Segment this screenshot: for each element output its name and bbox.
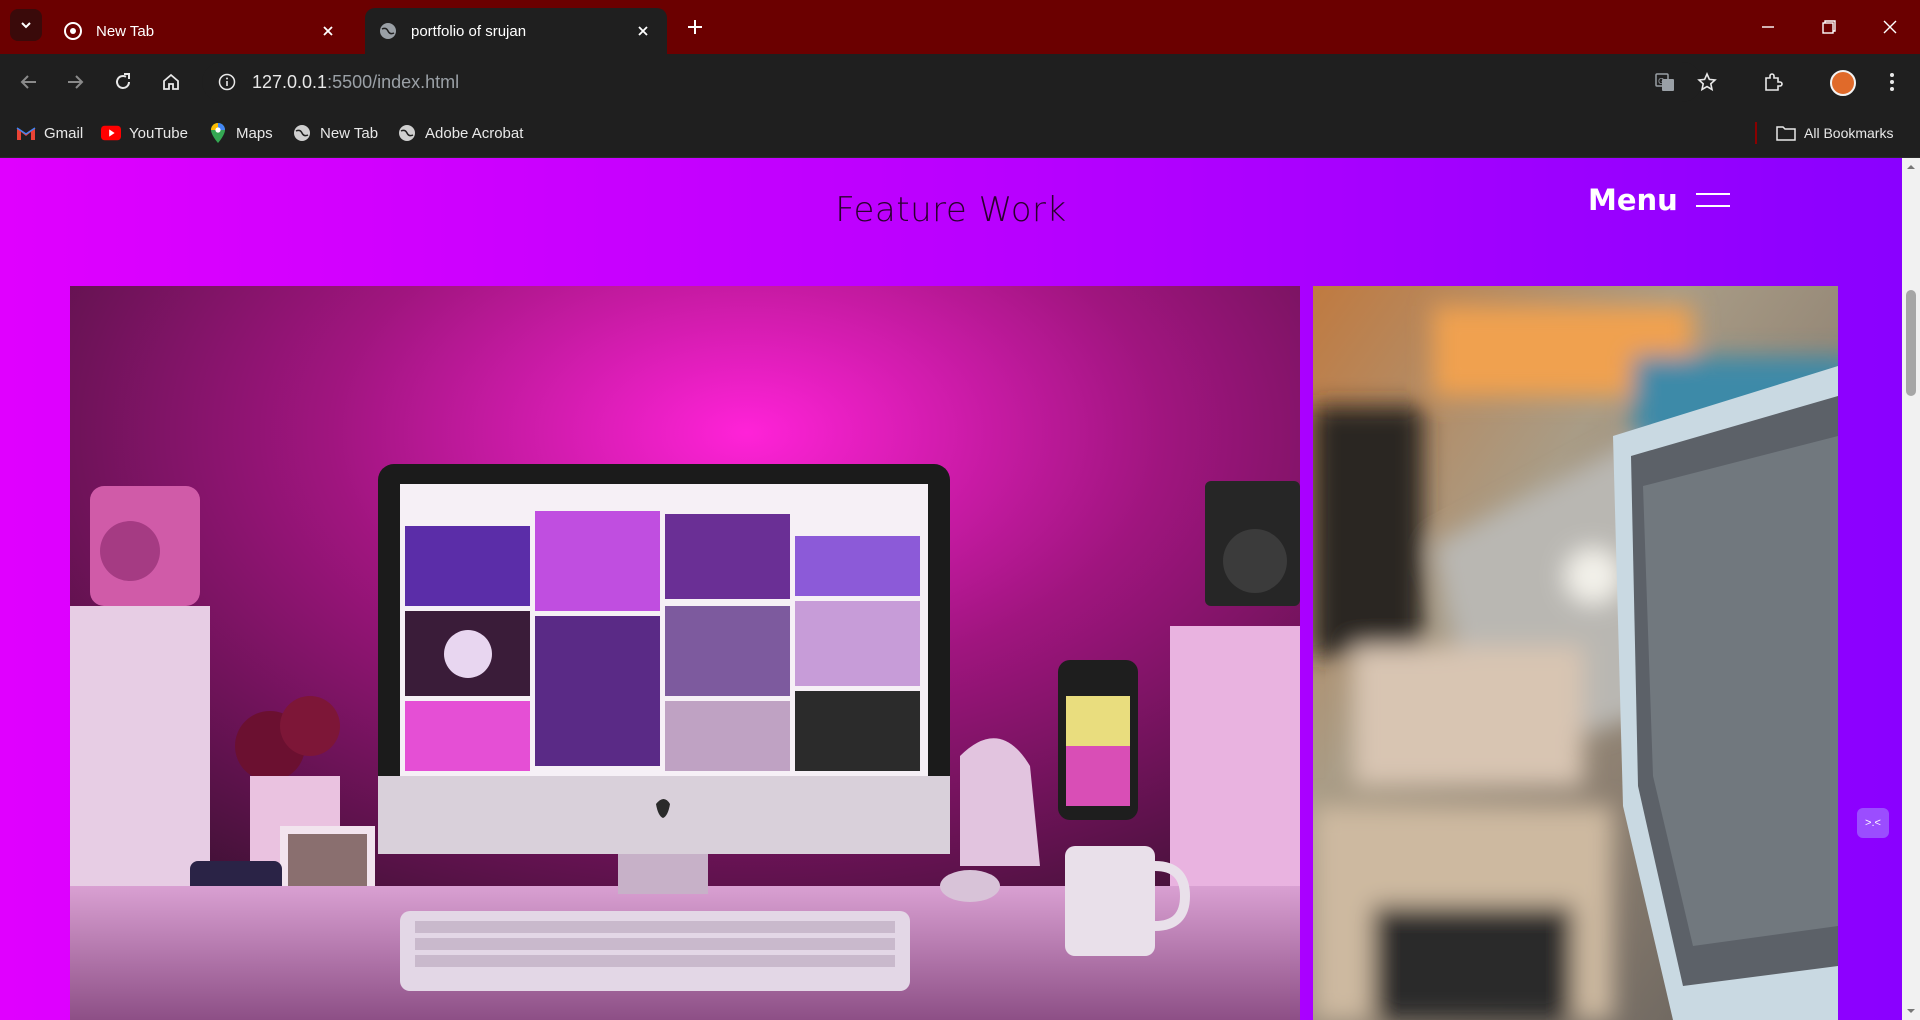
globe-icon [380, 23, 396, 39]
more-vertical-icon [1890, 73, 1894, 91]
all-bookmarks-label: All Bookmarks [1804, 125, 1894, 141]
extensions-button[interactable] [1756, 65, 1790, 99]
folder-icon [1776, 123, 1796, 143]
home-icon [163, 73, 179, 90]
arrow-right-icon [68, 75, 84, 89]
portfolio-page: Feature Work Menu >.< [0, 158, 1902, 1020]
address-bar[interactable]: 127.0.0.1:5500/index.html [202, 62, 1702, 102]
scroll-up-icon[interactable] [1906, 162, 1916, 172]
laptop-photo-illustration [1313, 286, 1838, 1020]
bookmark-label: Maps [236, 124, 273, 142]
restore-button[interactable] [1814, 12, 1844, 42]
browser-menu-button[interactable] [1875, 65, 1909, 99]
new-tab-button[interactable] [680, 12, 710, 42]
all-bookmarks-button[interactable]: All Bookmarks [1776, 120, 1893, 146]
bookmark-label: New Tab [320, 124, 379, 142]
home-button[interactable] [154, 65, 188, 99]
page-scrollbar[interactable] [1902, 158, 1920, 1020]
menu-label: Menu [1588, 183, 1678, 217]
bookmark-label: Adobe Acrobat [425, 124, 524, 142]
close-window-button[interactable] [1875, 12, 1905, 42]
bookmark-adobe-acrobat[interactable]: Adobe Acrobat [397, 120, 523, 146]
tab-new-tab[interactable]: New Tab [50, 8, 352, 54]
bookmark-maps[interactable]: Maps [208, 120, 273, 146]
hamburger-icon [1695, 190, 1730, 210]
url-host: 127.0.0.1 [252, 71, 328, 92]
featured-work-image-desk[interactable] [70, 286, 1300, 1020]
translate-icon: G [1655, 73, 1674, 91]
tab-strip: New Tab portfolio of srujan [0, 0, 1920, 54]
bookmark-label: Gmail [44, 124, 84, 142]
arrow-left-icon [20, 75, 36, 89]
restore-icon [1822, 20, 1836, 34]
menu-button[interactable]: Menu [1588, 180, 1730, 220]
globe-icon [397, 123, 417, 143]
minimize-icon [1762, 26, 1774, 28]
browser-toolbar: 127.0.0.1:5500/index.html G [0, 54, 1920, 110]
chat-widget-button[interactable]: >.< [1857, 808, 1889, 838]
maps-icon [208, 123, 228, 143]
close-tab-icon[interactable] [318, 21, 338, 41]
forward-button[interactable] [58, 65, 92, 99]
reload-button[interactable] [106, 65, 140, 99]
chevron-down-icon [21, 22, 31, 29]
tab-title: New Tab [96, 22, 155, 40]
close-tab-icon[interactable] [633, 21, 653, 41]
svg-text:G: G [1658, 77, 1664, 86]
profile-avatar[interactable] [1830, 70, 1856, 96]
bookmark-gmail[interactable]: Gmail [16, 120, 83, 146]
scroll-down-icon[interactable] [1906, 1006, 1916, 1016]
bookmarks-divider [1755, 122, 1757, 144]
bookmark-youtube[interactable]: YouTube [101, 120, 188, 146]
close-icon [1883, 20, 1897, 34]
reload-icon [116, 73, 130, 89]
tab-title: portfolio of srujan [411, 22, 527, 40]
translate-button[interactable]: G [1648, 65, 1682, 99]
puzzle-icon [1765, 73, 1783, 91]
youtube-icon [101, 123, 121, 143]
chat-face-icon: >.< [1865, 817, 1881, 829]
bookmark-label: YouTube [129, 124, 188, 142]
desk-photo-illustration [70, 286, 1300, 1020]
tab-search-button[interactable] [10, 9, 42, 41]
star-icon [1697, 72, 1717, 92]
bookmark-new-tab[interactable]: New Tab [292, 120, 378, 146]
globe-icon [292, 123, 312, 143]
bookmark-star-button[interactable] [1690, 65, 1724, 99]
minimize-button[interactable] [1753, 12, 1783, 42]
back-button[interactable] [12, 65, 46, 99]
scroll-thumb[interactable] [1906, 290, 1916, 396]
featured-work-image-laptop[interactable] [1313, 286, 1838, 1020]
url-path: :5500/index.html [327, 71, 460, 92]
chrome-icon [64, 22, 82, 40]
tab-portfolio[interactable]: portfolio of srujan [365, 8, 667, 54]
bookmarks-bar: Gmail YouTube Maps New Tab Adobe Acrobat… [0, 110, 1920, 158]
plus-icon [688, 20, 702, 34]
info-icon [218, 73, 236, 91]
gmail-icon [16, 123, 36, 143]
